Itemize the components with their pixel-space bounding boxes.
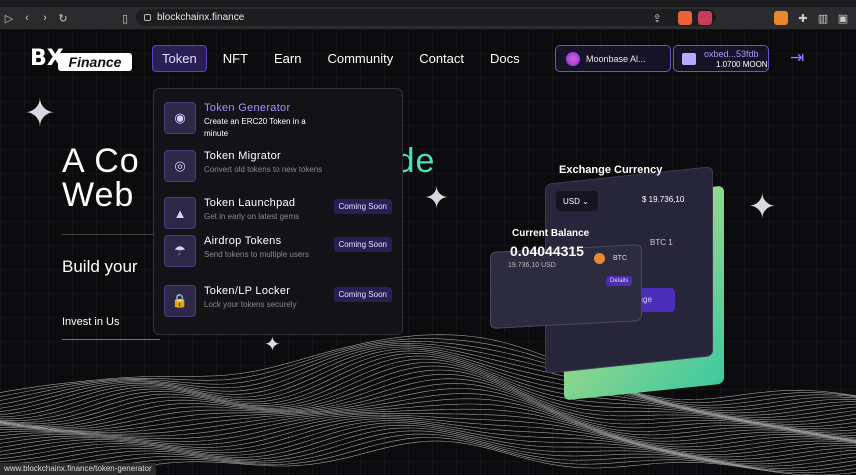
network-icon: [566, 51, 580, 66]
wave-graphic: [0, 334, 856, 475]
brave-shield-icon[interactable]: [678, 11, 692, 25]
balance-coin: BTC: [613, 255, 627, 262]
network-button[interactable]: Moonbase Al...: [555, 45, 671, 72]
nav-community[interactable]: Community: [317, 45, 403, 72]
sparkle-icon: ✦: [748, 187, 777, 227]
wallet-button[interactable]: oxbed...53fdb 1.0700 MOON: [673, 45, 769, 72]
balance-amount: 0.04044315: [510, 243, 584, 259]
token-dropdown: ◉ Token Generator Create an ERC20 Token …: [153, 88, 403, 335]
main-nav: Token NFT Earn Community Contact Docs: [152, 45, 536, 72]
dropdown-item-desc: Convert old tokens to new tokens: [204, 165, 323, 174]
network-label: Moonbase Al...: [586, 53, 646, 64]
dropdown-item-title: Token Launchpad: [204, 197, 296, 209]
page: BX Finance Token NFT Earn Community Cont…: [0, 29, 856, 475]
nav-contact[interactable]: Contact: [409, 45, 474, 72]
logo-text: Finance: [58, 53, 132, 71]
metamask-icon[interactable]: [774, 11, 788, 25]
bitcoin-icon: [594, 253, 605, 264]
dropdown-item-title: Token/LP Locker: [204, 285, 291, 297]
wallet-address: oxbed...53fdb: [704, 49, 759, 59]
lock-icon: 🔒: [164, 285, 196, 317]
coming-soon-badge: Coming Soon: [333, 287, 392, 302]
address-bar[interactable]: blockchainx.finance: [136, 9, 716, 26]
coming-soon-badge: Coming Soon: [333, 237, 392, 252]
sparkle-icon: ✦: [24, 91, 56, 135]
hero-divider: [62, 234, 162, 235]
dropdown-item-desc: Send tokens to multiple users: [204, 250, 309, 259]
logout-icon[interactable]: ⇥: [790, 49, 810, 67]
dropdown-item-token-migrator[interactable]: ◎ Token Migrator Convert old tokens to n…: [164, 150, 394, 190]
dropdown-item-desc: Create an ERC20 Token in a minute: [204, 117, 306, 138]
exchange-amount: $ 19.736,10: [642, 195, 685, 204]
dropdown-item-title: Token Migrator: [204, 150, 281, 162]
extensions-icon[interactable]: ✚: [794, 12, 812, 25]
nav-docs[interactable]: Docs: [480, 45, 530, 72]
dropdown-item-title: Airdrop Tokens: [204, 235, 282, 247]
dropdown-item-token-generator[interactable]: ◉ Token Generator Create an ERC20 Token …: [164, 102, 394, 142]
dropdown-item-token-lp-locker[interactable]: 🔒 Token/LP Locker Lock your tokens secur…: [164, 285, 394, 325]
dropdown-item-desc: Get in early on latest gems: [204, 212, 300, 221]
balance-title: Current Balance: [512, 228, 590, 239]
coming-soon-badge: Coming Soon: [333, 199, 392, 214]
reload-icon[interactable]: ↻: [54, 12, 72, 25]
dropdown-item-airdrop-tokens[interactable]: ☂ Airdrop Tokens Send tokens to multiple…: [164, 235, 394, 275]
dropdown-item-desc: Lock your tokens securely: [204, 300, 297, 309]
wallet-icon[interactable]: ▣: [834, 12, 852, 25]
nav-earn[interactable]: Earn: [264, 45, 311, 72]
parachute-icon: ☂: [164, 235, 196, 267]
balance-usd: 19.736,10 USD: [508, 262, 556, 269]
logo[interactable]: BX Finance: [30, 43, 132, 75]
status-bar-url: www.blockchainx.finance/token-generator: [0, 463, 156, 475]
back-icon[interactable]: ‹: [18, 12, 36, 24]
share-icon[interactable]: ⇪: [648, 12, 666, 25]
currency-select[interactable]: USD ⌄: [556, 191, 598, 211]
btc-row: BTC 1: [650, 238, 673, 247]
details-button[interactable]: Details: [606, 276, 633, 286]
forward-icon[interactable]: ›: [36, 12, 54, 24]
token-generator-icon: ◉: [164, 102, 196, 134]
url-text: blockchainx.finance: [157, 12, 245, 23]
nav-token[interactable]: Token: [152, 45, 207, 72]
wallet-icon: [682, 53, 696, 65]
wallet-balance: 1.0700 MOON: [716, 60, 768, 69]
sidebar-icon[interactable]: ▷: [0, 12, 18, 25]
nav-nft[interactable]: NFT: [213, 45, 258, 72]
rocket-icon: ▲: [164, 197, 196, 229]
browser-toolbar: ▷ ‹ › ↻ ▯ blockchainx.finance ⇪ ✚ ▥ ▣: [0, 7, 856, 29]
lock-icon: [144, 14, 151, 21]
token-migrator-icon: ◎: [164, 150, 196, 182]
sidebar-toggle-icon[interactable]: ▥: [814, 12, 832, 25]
bookmark-icon[interactable]: ▯: [116, 12, 134, 25]
exchange-title: Exchange Currency: [559, 164, 663, 176]
dropdown-item-token-launchpad[interactable]: ▲ Token Launchpad Get in early on latest…: [164, 197, 394, 237]
dropdown-item-title: Token Generator: [204, 102, 291, 114]
brave-rewards-icon[interactable]: [698, 11, 712, 25]
